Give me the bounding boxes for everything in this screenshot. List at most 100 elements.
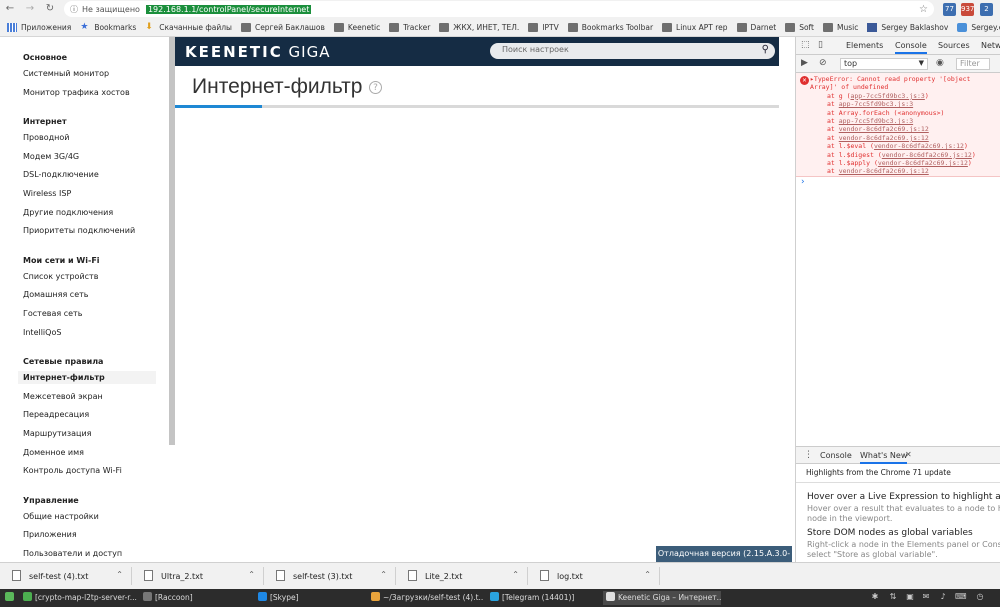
forward-icon[interactable]: → — [23, 3, 37, 14]
drawer-menu-icon[interactable]: ⋮ — [804, 450, 813, 460]
sidebar-item[interactable]: Проводной — [23, 133, 69, 142]
bluetooth-icon[interactable]: ✱ — [870, 592, 880, 603]
bookmark-item[interactable]: Sergey Baklashov — [867, 23, 948, 32]
download-item[interactable]: self-test (3).txt ⌃ — [264, 567, 396, 585]
sidebar-item[interactable]: Монитор трафика хостов — [23, 88, 130, 97]
download-item[interactable]: Lite_2.txt ⌃ — [396, 567, 528, 585]
show-sidebar-icon[interactable]: ▶ — [801, 58, 811, 68]
sidebar-item[interactable]: Интернет-фильтр — [18, 371, 156, 385]
taskbar-window-button[interactable]: [Telegram (14401)] — [487, 591, 600, 605]
search-icon[interactable]: ⚲ — [762, 44, 769, 55]
clear-console-icon[interactable]: ⊘ — [819, 58, 829, 68]
drawer-tab-console[interactable]: Console — [820, 451, 852, 460]
sidebar-item[interactable]: Общие настройки — [23, 512, 99, 521]
device-toolbar-icon[interactable]: ▯ — [818, 40, 828, 50]
taskbar-window-button[interactable]: Keenetic Giga – Интернет... — [603, 591, 721, 605]
bookmark-item[interactable]: Bookmarks Toolbar — [567, 23, 653, 32]
bookmark-item[interactable]: Сергей Баклашов — [240, 23, 325, 32]
sidebar-item[interactable]: IntelliQoS — [23, 328, 61, 337]
info-icon[interactable]: ⓘ — [70, 4, 78, 15]
bookmark-item[interactable]: ★ Bookmarks — [80, 23, 136, 33]
bookmark-item[interactable]: Music — [823, 23, 858, 32]
tab-sources[interactable]: Sources — [938, 41, 970, 50]
chevron-up-icon[interactable]: ⌃ — [512, 570, 519, 579]
chevron-up-icon[interactable]: ⌃ — [644, 570, 651, 579]
tray-app-icon[interactable]: ▣ — [905, 592, 915, 603]
bookmark-item[interactable]: Linux APT rep — [662, 23, 728, 32]
sidebar-item[interactable]: Маршрутизация — [23, 429, 92, 438]
back-icon[interactable]: ← — [3, 3, 17, 14]
bookmark-item[interactable]: Keenetic — [333, 23, 380, 32]
sidebar-item[interactable]: Другие подключения — [23, 208, 113, 217]
source-link[interactable]: vendor-8c6dfa2c69.js:12 — [878, 159, 968, 167]
reload-icon[interactable]: ↻ — [43, 3, 57, 14]
whats-new-item-title[interactable]: Hover over a Live Expression to highligh… — [807, 492, 1000, 502]
sidebar-item[interactable]: Модем 3G/4G — [23, 152, 79, 161]
address-bar[interactable]: ⓘ Не защищено 192.168.1.1/controlPanel/s… — [64, 1, 934, 17]
settings-search-input[interactable]: Поиск настроек ⚲ — [490, 43, 775, 59]
chevron-up-icon[interactable]: ⌃ — [380, 570, 387, 579]
sidebar-scrollbar[interactable] — [169, 37, 175, 445]
download-item[interactable]: Ultra_2.txt ⌃ — [132, 567, 264, 585]
close-icon[interactable]: ✕ — [905, 450, 912, 459]
live-expression-eye-icon[interactable]: ◉ — [936, 58, 946, 68]
tab-console[interactable]: Console — [895, 41, 927, 54]
bookmark-item[interactable]: IPTV — [528, 23, 559, 32]
source-link[interactable]: vendor-8c6dfa2c69.js:12 — [839, 125, 929, 133]
bookmark-item[interactable]: Soft — [785, 23, 814, 32]
gmail-badge[interactable]: 937 — [961, 3, 974, 16]
volume-icon[interactable]: ♪ — [938, 592, 948, 603]
sidebar-item[interactable]: Приложения — [23, 530, 77, 539]
whats-new-item-title[interactable]: Store DOM nodes as global variables — [807, 528, 973, 538]
chevron-up-icon[interactable]: ⌃ — [248, 570, 255, 579]
bookmark-item[interactable]: Sergey.enpa — [957, 23, 1000, 32]
taskbar-window-button[interactable]: [crypto-map-l2tp-server-r... — [20, 591, 138, 605]
console-filter-input[interactable]: Filter — [956, 58, 990, 70]
ext-badge-3[interactable]: 2 — [980, 3, 993, 16]
source-link[interactable]: app-7cc5fd9bc3.js:3 — [839, 117, 913, 125]
bookmark-item[interactable]: Darnet — [736, 23, 776, 32]
sidebar-item[interactable]: Контроль доступа Wi-Fi — [23, 466, 122, 475]
sidebar-item[interactable]: Список устройств — [23, 272, 98, 281]
tab-network[interactable]: Netw — [981, 41, 1000, 50]
inspect-element-icon[interactable]: ⬚ — [801, 40, 811, 50]
ext-badge-1[interactable]: 77 — [943, 3, 956, 16]
drawer-tab-whats-new[interactable]: What's New — [860, 451, 908, 464]
download-item[interactable]: self-test (4).txt ⌃ — [0, 567, 132, 585]
source-link[interactable]: app-7cc5fd9bc3.js:3 — [839, 100, 913, 108]
bookmark-item[interactable]: ЖКХ, ИНЕТ, ТЕЛ. — [439, 23, 519, 32]
sidebar-item[interactable]: Домашняя сеть — [23, 290, 89, 299]
sidebar-item[interactable]: Переадресация — [23, 410, 89, 419]
mail-icon[interactable]: ✉ — [921, 592, 931, 603]
keyboard-layout-icon[interactable]: ⌨ — [955, 592, 967, 603]
taskbar-window-button[interactable]: ~/Загрузки/self-test (4).t... — [368, 591, 484, 605]
bookmark-item[interactable]: Приложения — [7, 23, 71, 32]
context-selector[interactable]: top ▼ — [840, 58, 928, 70]
start-menu-button[interactable] — [2, 591, 17, 605]
sidebar-item[interactable]: DSL-подключение — [23, 170, 99, 179]
console-prompt-icon[interactable]: › — [801, 177, 805, 187]
bookmark-star-icon[interactable]: ☆ — [919, 4, 928, 15]
bookmark-item[interactable]: Tracker — [389, 23, 430, 32]
sidebar-item[interactable]: Доменное имя — [23, 448, 84, 457]
tab-elements[interactable]: Elements — [846, 41, 883, 50]
chevron-up-icon[interactable]: ⌃ — [116, 570, 123, 579]
sidebar-item[interactable]: Пользователи и доступ — [23, 549, 122, 558]
taskbar-window-button[interactable]: [Raccoon] — [140, 591, 252, 605]
keenetic-logo[interactable]: KEENETIC GIGA — [185, 43, 330, 61]
taskbar-window-button[interactable]: [Skype] — [255, 591, 365, 605]
network-icon[interactable]: ⇅ — [888, 592, 898, 603]
url-text[interactable]: 192.168.1.1/controlPanel/secureInternet — [145, 4, 312, 14]
download-item[interactable]: log.txt ⌃ — [528, 567, 660, 585]
source-link[interactable]: vendor-8c6dfa2c69.js:12 — [839, 134, 929, 142]
sidebar-item[interactable]: Системный монитор — [23, 69, 109, 78]
bookmark-item[interactable]: ⬇ Скачанные файлы — [145, 23, 232, 33]
sidebar-item[interactable]: Гостевая сеть — [23, 309, 82, 318]
source-link[interactable]: app-7cc5fd9bc3.js:3 — [850, 92, 924, 100]
sidebar-item[interactable]: Приоритеты подключений — [23, 226, 135, 235]
sidebar-item[interactable]: Межсетевой экран — [23, 392, 103, 401]
source-link[interactable]: vendor-8c6dfa2c69.js:12 — [874, 142, 964, 150]
help-icon[interactable]: ? — [369, 81, 382, 94]
source-link[interactable]: vendor-8c6dfa2c69.js:12 — [839, 167, 929, 175]
sidebar-item[interactable]: Wireless ISP — [23, 189, 71, 198]
